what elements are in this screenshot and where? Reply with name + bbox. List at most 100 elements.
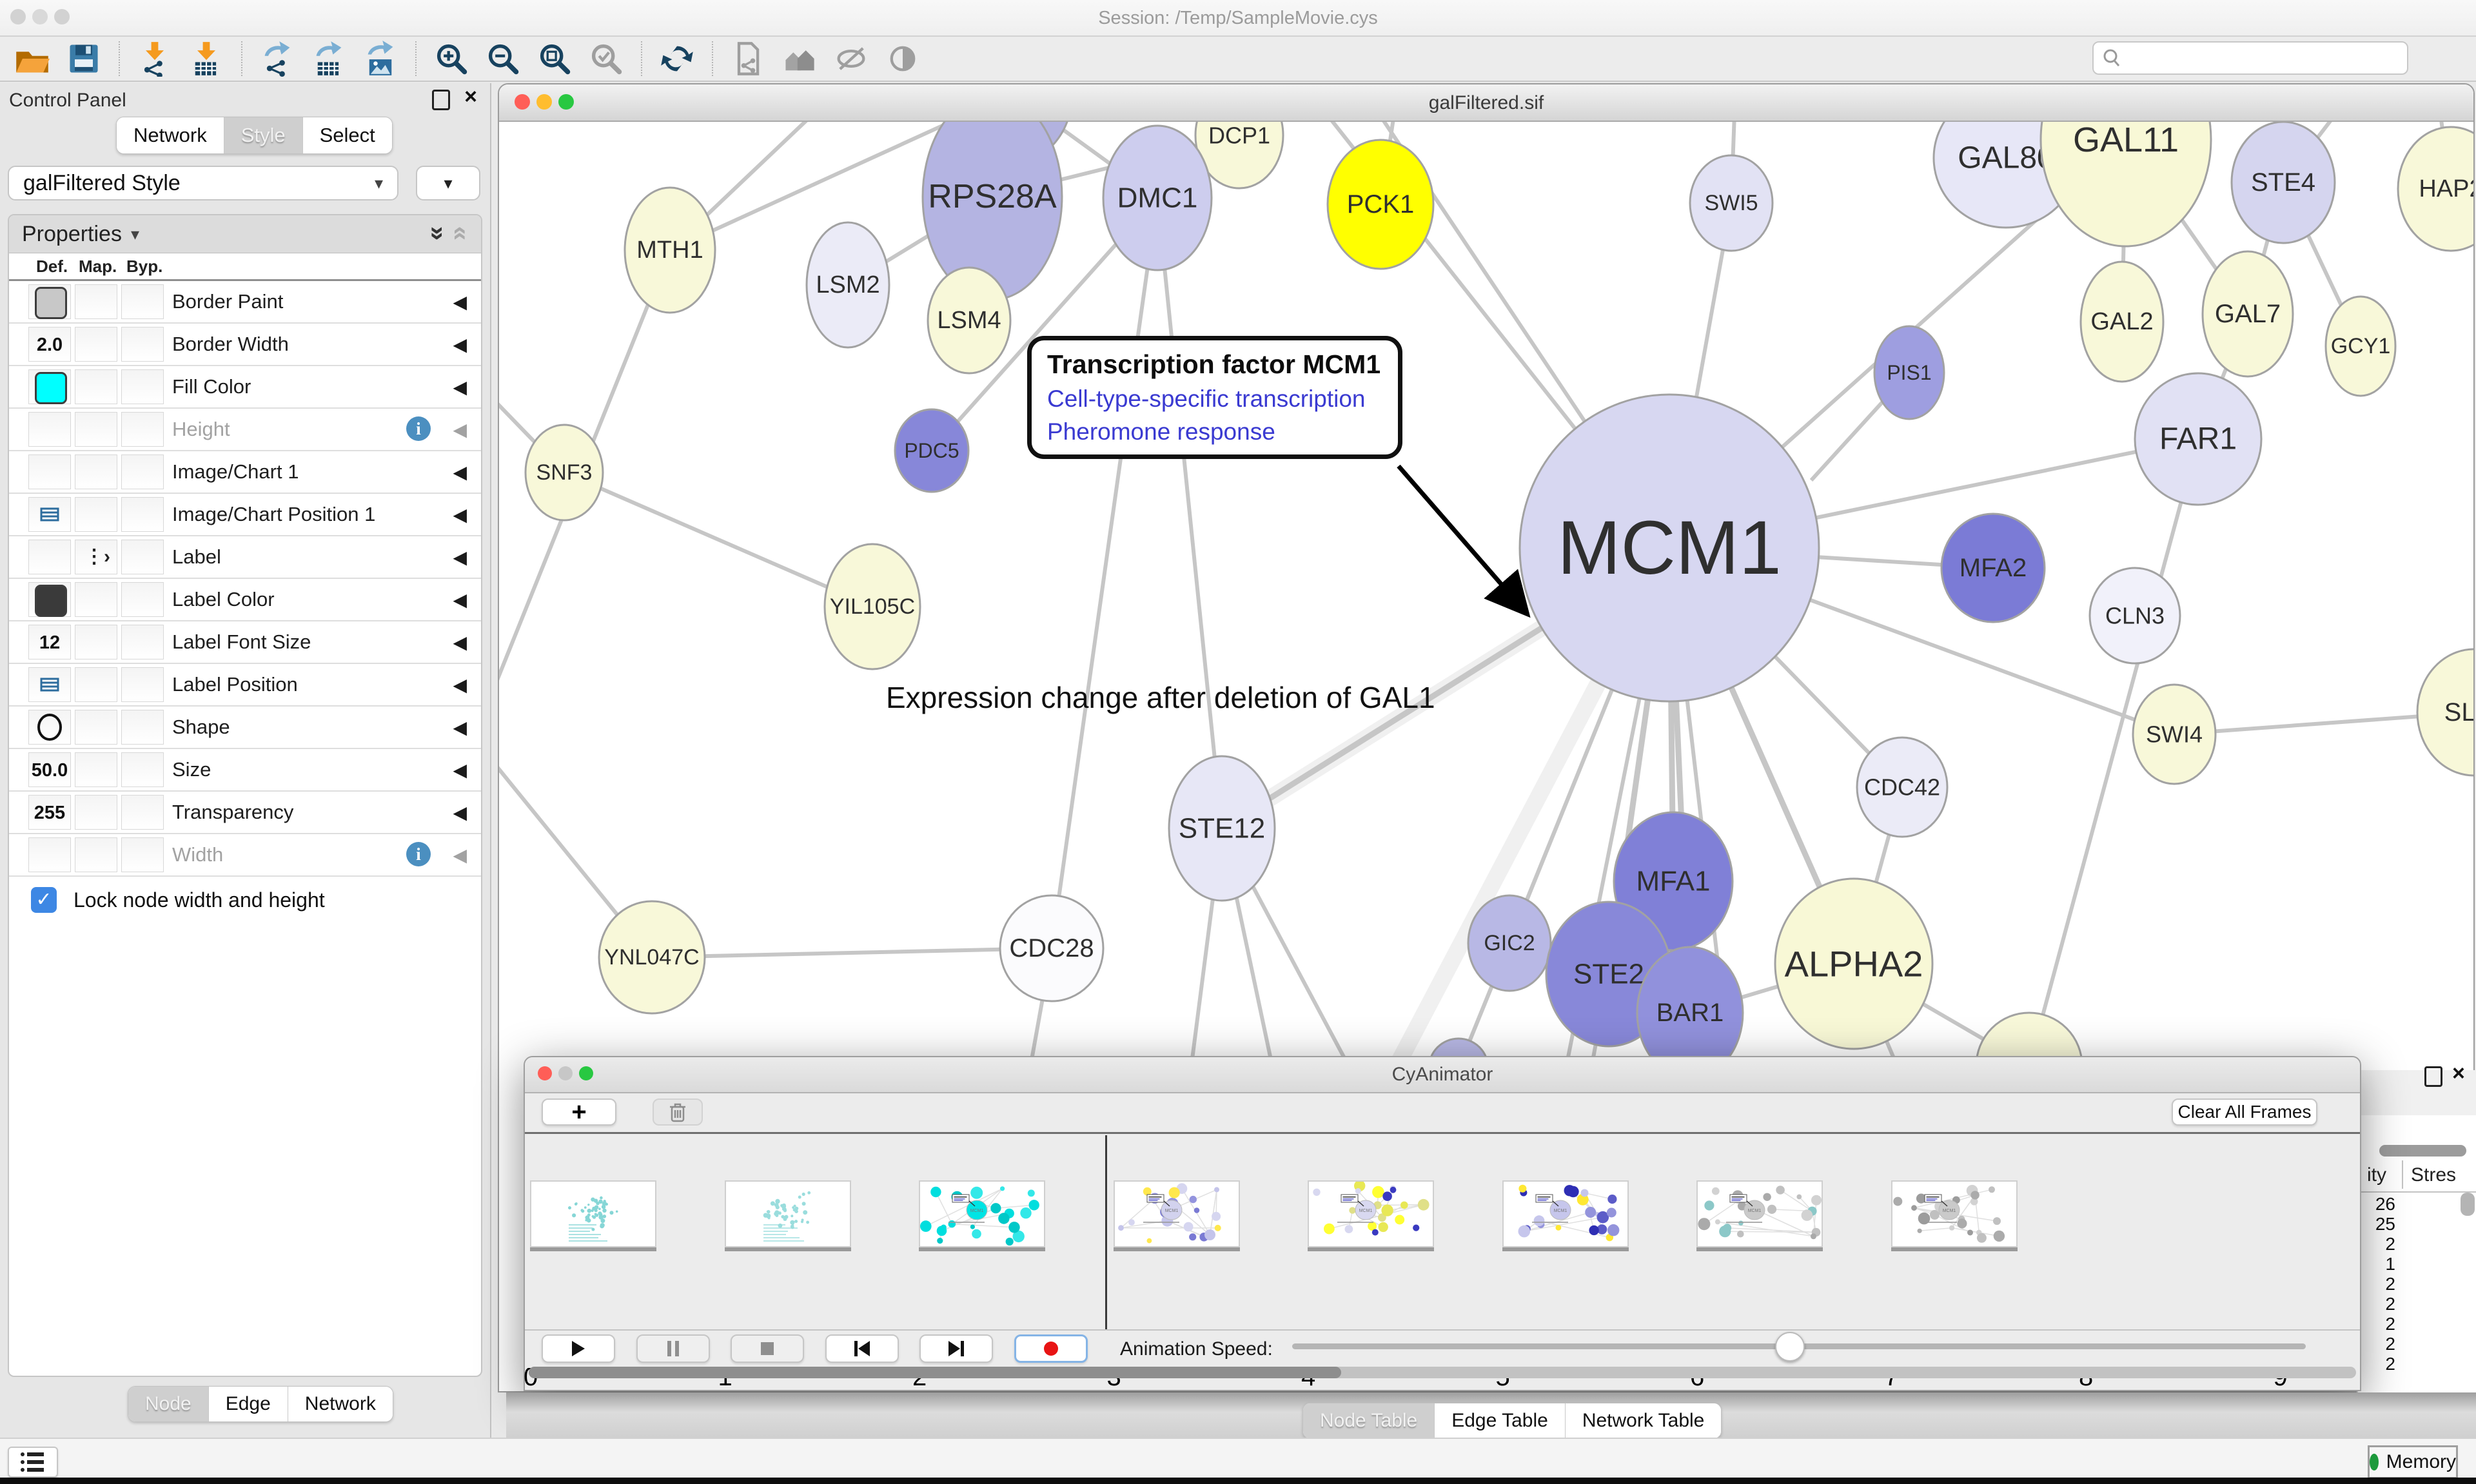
property-row-border-paint[interactable]: Border Paint◀ <box>9 281 481 324</box>
property-row-image-chart-1[interactable]: Image/Chart 1◀ <box>9 451 481 494</box>
property-row-width[interactable]: Widthi◀ <box>9 834 481 877</box>
open-folder-icon[interactable] <box>14 41 50 77</box>
close-panel-icon[interactable]: × <box>464 88 477 105</box>
info-icon[interactable]: i <box>406 842 431 866</box>
zoom-in-icon[interactable] <box>433 41 469 77</box>
frame-thumbnail-5[interactable]: MCM1 <box>1502 1180 1629 1247</box>
default-value-cell[interactable]: 50.0 <box>28 752 71 787</box>
network-node-pck1[interactable]: PCK1 <box>1328 140 1433 269</box>
network-node-slt2[interactable]: SLT2 <box>2417 649 2473 776</box>
default-value-cell[interactable] <box>28 412 71 447</box>
collapse-all-icon[interactable]: « <box>428 224 442 245</box>
frame-thumbnail-3[interactable]: MCM1 <box>1114 1180 1240 1247</box>
frame-thumbnail-0[interactable] <box>530 1180 656 1247</box>
property-row-label-position[interactable]: Label Position◀ <box>9 664 481 707</box>
import-table-icon[interactable] <box>188 41 224 77</box>
bypass-cell[interactable] <box>121 454 164 489</box>
info-icon[interactable]: i <box>406 416 431 441</box>
bypass-cell[interactable] <box>121 837 164 872</box>
table-scrollbar-horizontal[interactable] <box>2379 1145 2466 1157</box>
default-value-cell[interactable] <box>28 540 71 574</box>
frame-thumbnail-2[interactable]: MCM1 <box>919 1180 1045 1247</box>
add-frame-button[interactable]: + <box>542 1098 616 1126</box>
stop-button[interactable] <box>731 1334 804 1363</box>
zoom-selected-icon[interactable] <box>588 41 624 77</box>
mapping-cell[interactable] <box>75 327 117 362</box>
network-node-ynl047c[interactable]: YNL047C <box>599 901 705 1013</box>
expand-property-icon[interactable]: ◀ <box>453 504 467 525</box>
expand-property-icon[interactable]: ◀ <box>453 589 467 610</box>
play-button[interactable] <box>542 1334 615 1363</box>
network-node-cln3[interactable]: CLN3 <box>2090 568 2180 663</box>
table-tab-node-table[interactable]: Node Table <box>1303 1403 1435 1438</box>
column-divider[interactable] <box>2402 1160 2403 1189</box>
property-row-label-color[interactable]: Label Color◀ <box>9 579 481 621</box>
network-node-yil105c[interactable]: YIL105C <box>825 544 920 669</box>
network-node-gcy1[interactable]: GCY1 <box>2326 297 2395 396</box>
hide-details-icon[interactable] <box>833 41 869 77</box>
bypass-cell[interactable] <box>121 540 164 574</box>
export-table-icon[interactable] <box>311 41 347 77</box>
default-value-cell[interactable]: 255 <box>28 795 71 830</box>
expand-property-icon[interactable]: ◀ <box>453 547 467 568</box>
expand-property-icon[interactable]: ◀ <box>453 845 467 866</box>
table-cell-value[interactable]: 2 <box>2358 1274 2395 1294</box>
default-value-cell[interactable]: 12 <box>28 625 71 659</box>
property-row-label[interactable]: ⋮›Label◀ <box>9 536 481 579</box>
mapping-cell[interactable] <box>75 582 117 617</box>
zoom-out-icon[interactable] <box>485 41 521 77</box>
bypass-cell[interactable] <box>121 795 164 830</box>
refresh-layout-icon[interactable] <box>659 41 695 77</box>
import-network-icon[interactable] <box>137 41 173 77</box>
close-panel-icon[interactable]: × <box>2452 1065 2465 1082</box>
property-row-label-font-size[interactable]: 12Label Font Size◀ <box>9 621 481 664</box>
network-edge[interactable] <box>652 948 1052 957</box>
bypass-cell[interactable] <box>121 710 164 745</box>
style-selector[interactable]: galFiltered Style ▾ <box>8 166 398 200</box>
expand-property-icon[interactable]: ◀ <box>453 419 467 440</box>
table-cell-value[interactable]: 2 <box>2358 1354 2395 1374</box>
bypass-cell[interactable] <box>121 497 164 532</box>
network-node-mcm1[interactable]: MCM1 <box>1520 395 1819 701</box>
table-cell-value[interactable]: 2 <box>2358 1314 2395 1334</box>
annotation-link[interactable]: Cell-type-specific transcription <box>1047 386 1382 413</box>
attribute-browser-tab-edge[interactable]: Edge <box>209 1387 288 1421</box>
show-details-icon[interactable] <box>885 41 921 77</box>
property-row-image-chart-position-1[interactable]: Image/Chart Position 1◀ <box>9 494 481 536</box>
mapping-cell[interactable] <box>75 667 117 702</box>
network-node-snf3[interactable]: SNF3 <box>526 425 603 520</box>
export-image-icon[interactable] <box>362 41 398 77</box>
table-cell-value[interactable]: 25 <box>2358 1214 2395 1235</box>
tab-select[interactable]: Select <box>303 117 392 153</box>
network-node-cdc28[interactable]: CDC28 <box>1000 895 1103 1001</box>
default-value-cell[interactable] <box>28 454 71 489</box>
expand-property-icon[interactable]: ◀ <box>453 674 467 696</box>
column-header-stress[interactable]: Stres <box>2411 1164 2456 1186</box>
table-cell-value[interactable]: 2 <box>2358 1234 2395 1255</box>
expand-property-icon[interactable]: ◀ <box>453 376 467 398</box>
lock-size-row[interactable]: ✓ Lock node width and height <box>9 877 481 913</box>
mapping-cell[interactable] <box>75 497 117 532</box>
network-window-titlebar[interactable]: galFiltered.sif <box>499 84 2473 122</box>
bypass-cell[interactable] <box>121 625 164 659</box>
attribute-browser-tab-node[interactable]: Node <box>128 1387 209 1421</box>
bypass-cell[interactable] <box>121 369 164 404</box>
expand-property-icon[interactable]: ◀ <box>453 802 467 823</box>
annotation-box[interactable]: Transcription factor MCM1 Cell-type-spec… <box>1027 336 1402 459</box>
record-button[interactable] <box>1014 1334 1088 1363</box>
mapping-cell[interactable] <box>75 369 117 404</box>
frame-thumbnail-6[interactable]: MCM1 <box>1696 1180 1823 1247</box>
bypass-cell[interactable] <box>121 327 164 362</box>
default-value-cell[interactable] <box>28 369 71 404</box>
network-node-gal2[interactable]: GAL2 <box>2081 262 2163 382</box>
frames-timeline[interactable]: 0123456789SecondsMCM1MCM1MCM1MCM1MCM1MCM… <box>525 1134 2360 1327</box>
frame-thumbnail-4[interactable]: MCM1 <box>1308 1180 1434 1247</box>
network-node-swi5[interactable]: SWI5 <box>1690 155 1773 251</box>
frame-thumbnail-1[interactable] <box>725 1180 851 1247</box>
mapping-cell[interactable] <box>75 752 117 787</box>
mapping-cell[interactable] <box>75 837 117 872</box>
mapping-cell[interactable] <box>75 412 117 447</box>
table-tab-edge-table[interactable]: Edge Table <box>1435 1403 1566 1438</box>
network-edge[interactable] <box>564 473 872 607</box>
expand-property-icon[interactable]: ◀ <box>453 759 467 781</box>
